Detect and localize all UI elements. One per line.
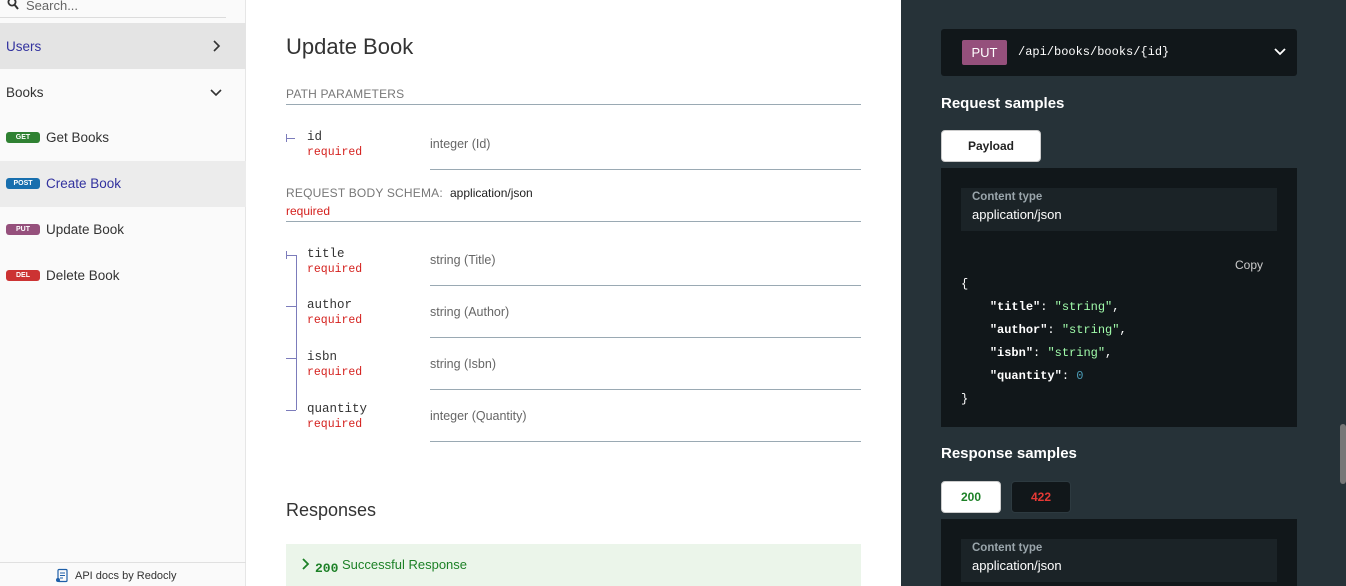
response-description: Successful Response: [342, 557, 468, 572]
param-name: quantity: [307, 402, 368, 416]
json-sample: { "title": "string", "author": "string",…: [961, 273, 1127, 411]
request-sample-box: Content type application/json Copy { "ti…: [941, 168, 1297, 427]
required-label: required: [307, 418, 363, 431]
json-brace: {: [961, 277, 969, 291]
chevron-down-icon: [210, 89, 222, 97]
content-type-value: application/json: [972, 558, 1062, 573]
responses-heading: Responses: [286, 500, 377, 520]
chevron-right-icon: [213, 40, 221, 52]
tree-connector: [286, 138, 295, 139]
param-type: integer (Quantity): [430, 409, 527, 423]
search-box: [0, 0, 226, 18]
divider: [430, 285, 861, 286]
copy-button[interactable]: Copy: [1235, 258, 1263, 272]
search-input[interactable]: [26, 0, 216, 14]
param-type: string (Author): [430, 305, 510, 319]
required-label: required: [307, 263, 363, 276]
json-line: "quantity": 0: [989, 369, 1084, 383]
divider: [430, 389, 861, 390]
tree-connector: [286, 358, 296, 359]
sidebar-item-update-book[interactable]: PUT Update Book: [0, 207, 246, 253]
redocly-footer-text: API docs by Redocly: [75, 570, 177, 582]
divider: [430, 337, 861, 338]
tab-response-422[interactable]: 422: [1011, 481, 1071, 513]
request-body-schema-heading: REQUEST BODY SCHEMA:: [286, 186, 443, 200]
param-name: id: [307, 130, 323, 144]
param-name: isbn: [307, 350, 338, 364]
required-label: required: [307, 314, 363, 327]
sidebar-group-label: Users: [6, 38, 42, 54]
request-samples-heading: Request samples: [941, 95, 1065, 112]
response-samples-heading: Response samples: [941, 445, 1077, 462]
json-line: "author": "string",: [989, 323, 1127, 337]
path-parameters-heading: PATH PARAMETERS: [286, 87, 405, 101]
divider: [286, 221, 861, 222]
method-badge-del: DEL: [6, 270, 40, 281]
required-label: required: [307, 366, 363, 379]
content-type-label: Content type: [972, 191, 1043, 203]
redocly-logo-icon: [56, 568, 68, 583]
method-badge-put: PUT: [962, 40, 1007, 65]
response-200-toggle[interactable]: 200 Successful Response: [286, 544, 861, 586]
tree-connector: [286, 306, 296, 307]
sidebar-item-get-books[interactable]: GET Get Books: [0, 115, 246, 161]
sidebar-group-books[interactable]: Books: [0, 69, 246, 115]
chevron-down-icon: [1274, 48, 1286, 56]
tree-connector: [286, 134, 287, 142]
endpoint-selector[interactable]: PUT /api/books/books/{id}: [941, 29, 1297, 76]
param-type: string (Title): [430, 253, 496, 267]
content-type-box: Content type application/json: [961, 539, 1277, 582]
sidebar-item-label: Update Book: [46, 222, 125, 237]
main-content: Update Book PATH PARAMETERS id required …: [246, 0, 901, 586]
page-title: Update Book: [286, 34, 414, 59]
sidebar-item-delete-book[interactable]: DEL Delete Book: [0, 253, 246, 299]
sidebar-item-label: Create Book: [46, 176, 122, 191]
sidebar-item-label: Delete Book: [46, 268, 120, 283]
samples-panel: PUT /api/books/books/{id} Request sample…: [901, 0, 1346, 586]
json-brace: }: [961, 392, 969, 406]
method-badge-put: PUT: [6, 224, 40, 235]
chevron-right-icon: [302, 558, 310, 570]
tab-response-200[interactable]: 200: [941, 481, 1001, 513]
tree-connector: [286, 255, 296, 256]
body-mime-type: application/json: [450, 186, 533, 200]
divider: [286, 104, 861, 105]
param-name: author: [307, 298, 353, 312]
endpoint-path: /api/books/books/{id}: [1018, 45, 1170, 59]
divider: [430, 169, 861, 170]
sidebar-group-label: Books: [6, 84, 44, 100]
sidebar-item-create-book[interactable]: POST Create Book: [0, 161, 246, 207]
response-code: 200: [315, 561, 339, 576]
required-label: required: [307, 146, 363, 159]
response-sample-box: Content type application/json: [941, 519, 1297, 586]
required-label: required: [286, 204, 331, 218]
method-badge-get: GET: [6, 132, 40, 143]
sidebar-item-label: Get Books: [46, 130, 110, 145]
json-line: "title": "string",: [989, 300, 1120, 314]
content-type-label: Content type: [972, 542, 1043, 554]
search-icon: [7, 0, 19, 10]
divider: [430, 441, 861, 442]
scrollbar-thumb[interactable]: [1340, 424, 1346, 484]
sidebar: Users Books GET Get Books POST Create Bo…: [0, 0, 246, 586]
sidebar-group-users[interactable]: Users: [0, 23, 246, 69]
param-name: title: [307, 247, 345, 261]
content-type-box: Content type application/json: [961, 188, 1277, 231]
tab-payload[interactable]: Payload: [941, 130, 1041, 162]
redocly-footer-link[interactable]: API docs by Redocly: [0, 562, 246, 586]
method-badge-post: POST: [6, 178, 40, 189]
tree-connector: [286, 410, 296, 411]
param-type: string (Isbn): [430, 357, 496, 371]
param-type: integer (Id): [430, 137, 491, 151]
content-type-value: application/json: [972, 207, 1062, 222]
json-line: "isbn": "string",: [989, 346, 1113, 360]
tree-connector: [296, 255, 297, 410]
